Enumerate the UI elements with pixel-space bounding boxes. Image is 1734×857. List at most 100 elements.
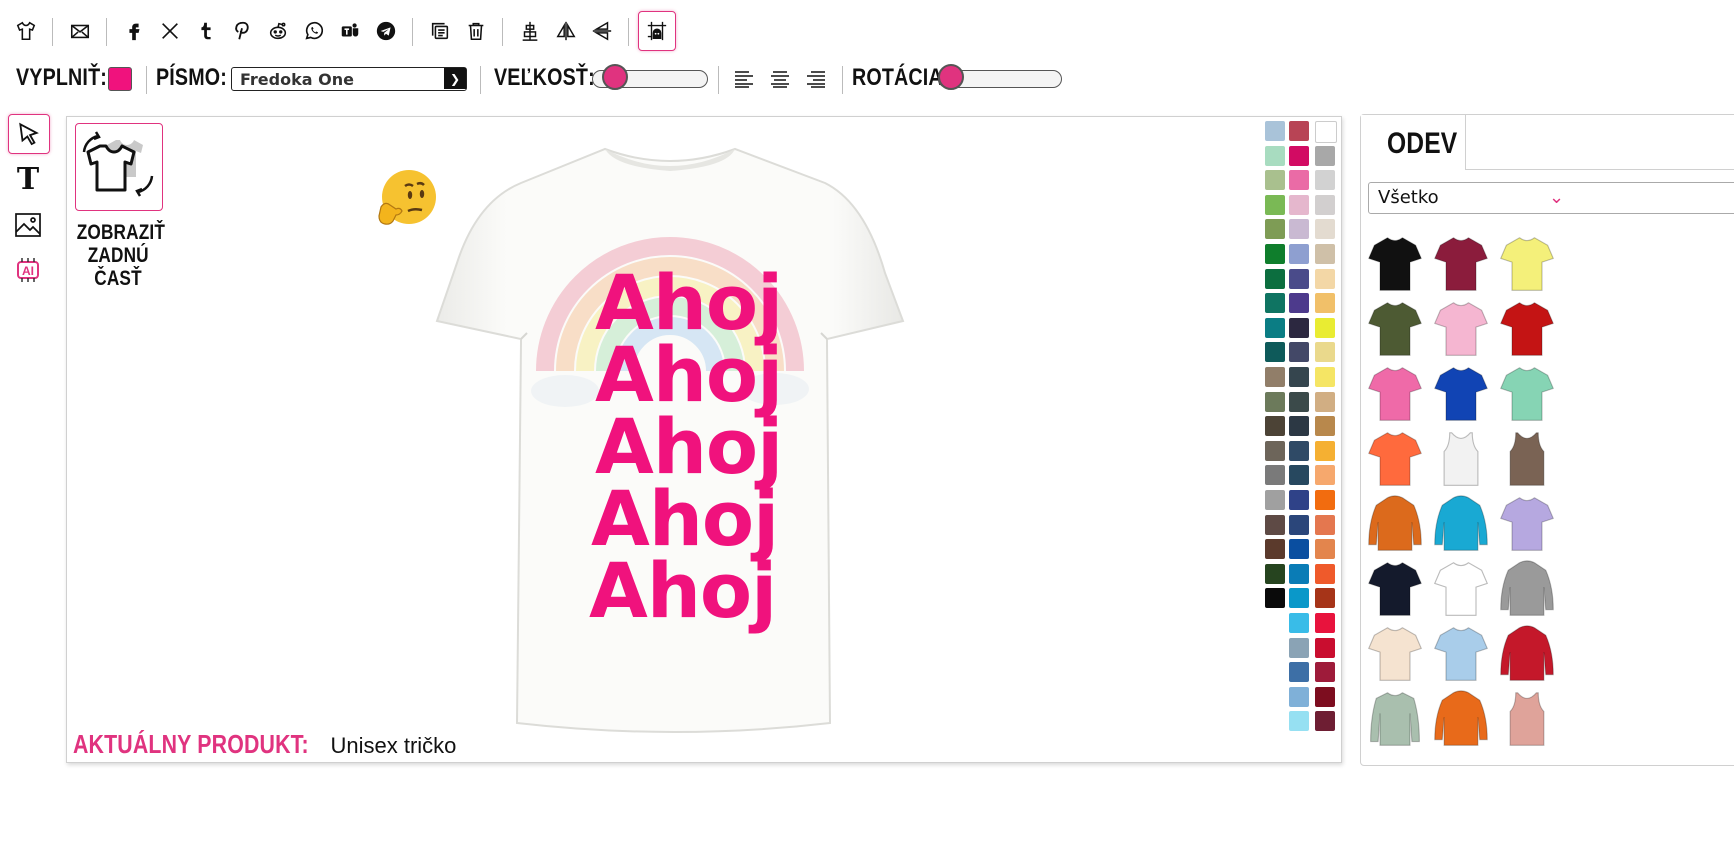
flip-horizontal-icon[interactable] (548, 12, 584, 50)
palette-swatch[interactable] (1289, 539, 1309, 560)
product-item-orange-hoodie[interactable] (1363, 493, 1427, 555)
facebook-icon[interactable] (116, 12, 152, 50)
teams-icon[interactable] (332, 12, 368, 50)
fill-color-swatch[interactable] (108, 67, 132, 91)
palette-swatch[interactable] (1289, 244, 1309, 264)
design-canvas[interactable]: ZOBRAZIŤ ZADNÚ ČASŤ Ahoj Ahoj Ahoj Ahoj … (66, 116, 1342, 763)
palette-swatch[interactable] (1289, 293, 1309, 314)
palette-swatch[interactable] (1315, 367, 1335, 387)
show-back-button[interactable] (75, 123, 163, 211)
telegram-icon[interactable] (368, 12, 404, 50)
palette-swatch[interactable] (1315, 465, 1335, 486)
palette-swatch[interactable] (1289, 588, 1309, 609)
palette-swatch[interactable] (1289, 367, 1309, 387)
product-item-black-orange-hoodie[interactable] (1429, 688, 1493, 750)
palette-swatch[interactable] (1289, 440, 1309, 461)
palette-swatch[interactable] (1265, 268, 1285, 289)
flip-vertical-icon[interactable] (584, 12, 620, 50)
product-item-pink-women-tshirt[interactable] (1363, 363, 1427, 425)
palette-swatch[interactable] (1289, 662, 1309, 683)
palette-swatch[interactable] (1289, 637, 1309, 658)
palette-swatch[interactable] (1315, 711, 1335, 732)
palette-swatch[interactable] (1289, 613, 1309, 633)
palette-swatch[interactable] (1315, 613, 1335, 633)
pinterest-icon[interactable] (224, 12, 260, 50)
palette-swatch[interactable] (1265, 170, 1285, 191)
x-icon[interactable] (152, 12, 188, 50)
palette-swatch[interactable] (1289, 686, 1309, 707)
category-filter-select[interactable]: Všetko ⌄ (1368, 182, 1734, 214)
palette-swatch[interactable] (1315, 317, 1335, 338)
palette-swatch[interactable] (1265, 317, 1285, 338)
palette-swatch[interactable] (1315, 440, 1335, 461)
palette-swatch[interactable] (1265, 588, 1285, 609)
palette-swatch[interactable] (1315, 563, 1335, 584)
palette-swatch[interactable] (1315, 588, 1335, 609)
product-item-sage-longsleeve[interactable] (1363, 688, 1427, 750)
align-left-icon[interactable] (734, 70, 754, 88)
product-item-maroon-tshirt[interactable] (1429, 233, 1493, 295)
palette-swatch[interactable] (1265, 490, 1285, 510)
palette-swatch[interactable] (1315, 219, 1335, 240)
palette-swatch[interactable] (1265, 145, 1285, 166)
product-item-natural-tshirt[interactable] (1363, 623, 1427, 685)
product-item-blue-tshirt[interactable] (1429, 363, 1493, 425)
palette-swatch[interactable] (1265, 563, 1285, 584)
product-item-blue-hoodie[interactable] (1429, 493, 1493, 555)
palette-swatch[interactable] (1265, 293, 1285, 314)
palette-swatch[interactable] (1315, 194, 1335, 215)
product-item-grey-hoodie[interactable] (1495, 558, 1559, 620)
palette-swatch[interactable] (1315, 391, 1335, 412)
product-item-dipdye-tshirt[interactable] (1429, 623, 1493, 685)
palette-swatch[interactable] (1265, 219, 1285, 240)
product-item-navy-tshirt[interactable] (1363, 558, 1427, 620)
palette-swatch[interactable] (1265, 539, 1285, 560)
product-item-white-tank[interactable] (1429, 428, 1493, 490)
product-item-coral-tshirt[interactable] (1363, 428, 1427, 490)
palette-swatch[interactable] (1289, 121, 1309, 141)
palette-swatch[interactable] (1315, 539, 1335, 560)
select-tool-icon[interactable] (8, 114, 50, 154)
duplicate-icon[interactable] (422, 12, 458, 50)
tshirt-icon[interactable] (8, 12, 44, 50)
palette-swatch[interactable] (1315, 342, 1335, 363)
product-item-raglan-tshirt[interactable] (1429, 558, 1493, 620)
product-item-varsity-jacket[interactable] (1495, 623, 1559, 685)
tab-clothing[interactable]: ODEV (1361, 115, 1466, 169)
palette-swatch[interactable] (1289, 490, 1309, 510)
tumblr-icon[interactable] (188, 12, 224, 50)
palette-swatch[interactable] (1289, 416, 1309, 437)
palette-swatch[interactable] (1315, 490, 1335, 510)
product-item-yellow-tshirt[interactable] (1495, 233, 1559, 295)
product-item-red-tshirt[interactable] (1495, 298, 1559, 360)
palette-swatch[interactable] (1315, 637, 1335, 658)
palette-swatch[interactable] (1315, 268, 1335, 289)
palette-swatch[interactable] (1315, 514, 1335, 535)
palette-swatch[interactable] (1265, 440, 1285, 461)
mail-icon[interactable] (62, 12, 98, 50)
palette-swatch[interactable] (1265, 194, 1285, 215)
align-right-icon[interactable] (806, 70, 826, 88)
thinking-emoji-icon[interactable] (375, 169, 439, 229)
palette-swatch[interactable] (1289, 170, 1309, 191)
product-item-olive-tshirt[interactable] (1363, 298, 1427, 360)
palette-swatch[interactable] (1265, 244, 1285, 264)
trash-icon[interactable] (458, 12, 494, 50)
grid-toggle-icon[interactable] (638, 11, 676, 51)
palette-swatch[interactable] (1265, 391, 1285, 412)
palette-swatch[interactable] (1289, 194, 1309, 215)
whatsapp-icon[interactable] (296, 12, 332, 50)
palette-swatch[interactable] (1315, 244, 1335, 264)
product-item-pink-tshirt[interactable] (1429, 298, 1493, 360)
align-center-icon[interactable] (512, 12, 548, 50)
palette-swatch[interactable] (1315, 662, 1335, 683)
palette-swatch[interactable] (1265, 514, 1285, 535)
palette-swatch[interactable] (1289, 391, 1309, 412)
palette-swatch[interactable] (1289, 563, 1309, 584)
product-item-peach-tank[interactable] (1495, 688, 1559, 750)
product-item-brown-tank[interactable] (1495, 428, 1559, 490)
palette-swatch[interactable] (1289, 514, 1309, 535)
palette-swatch[interactable] (1265, 367, 1285, 387)
palette-swatch[interactable] (1289, 711, 1309, 732)
product-item-mint-tshirt[interactable] (1495, 363, 1559, 425)
